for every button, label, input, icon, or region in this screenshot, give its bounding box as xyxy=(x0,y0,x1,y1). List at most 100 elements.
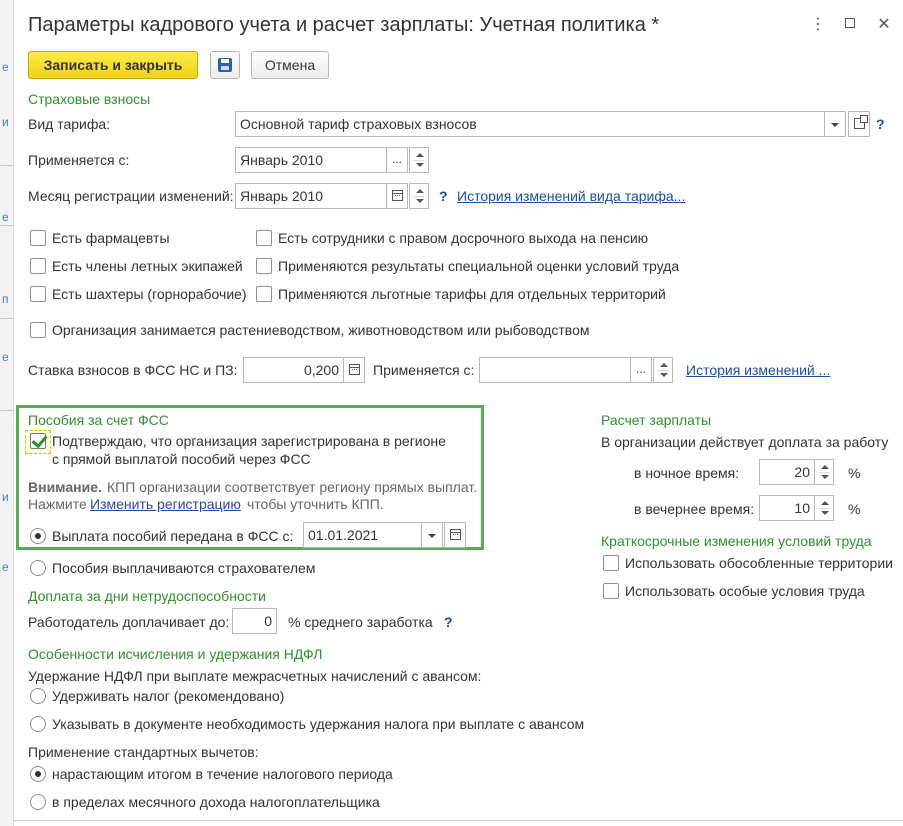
month-reg-label: Месяц регистрации изменений: xyxy=(28,188,234,204)
monthly-deduction-radio[interactable] xyxy=(30,794,46,810)
agro-checkbox[interactable] xyxy=(30,322,46,338)
save-button[interactable] xyxy=(210,51,240,79)
fss-applies-input[interactable] xyxy=(479,357,631,383)
benefits-insurer-radio[interactable] xyxy=(30,560,46,576)
monthly-deduction-label: в пределах месячного дохода налогоплател… xyxy=(52,794,380,810)
pharmacists-label: Есть фармацевты xyxy=(52,230,170,246)
maximize-icon[interactable] xyxy=(840,14,860,33)
early-pension-checkbox[interactable] xyxy=(256,230,272,246)
fss-rate-calculator-button[interactable] xyxy=(343,357,365,383)
separate-territories-label: Использовать обособленные территории xyxy=(625,555,893,571)
cancel-button[interactable]: Отмена xyxy=(251,51,329,79)
tariff-help-icon[interactable]: ? xyxy=(876,116,885,132)
night-label: в ночное время: xyxy=(634,465,740,481)
benefits-insurer-label: Пособия выплачиваются страхователем xyxy=(52,560,316,576)
benefits-transferred-radio[interactable] xyxy=(30,528,46,544)
confirm-region-label-line1: Подтверждаю, что организация зарегистрир… xyxy=(52,433,446,449)
tariff-dropdown-button[interactable] xyxy=(824,111,846,137)
benefits-date-dropdown-button[interactable] xyxy=(421,522,443,548)
special-conditions-checkbox[interactable] xyxy=(603,583,619,599)
benefits-transferred-date-input[interactable]: 01.01.2021 xyxy=(303,522,422,548)
fss-applies-stepper[interactable] xyxy=(653,357,673,383)
withhold-tax-radio[interactable] xyxy=(30,688,46,704)
preferential-tariffs-label: Применяются льготные тарифы для отдельны… xyxy=(278,286,666,302)
applies-from-stepper[interactable] xyxy=(409,147,429,173)
evening-percent-input[interactable]: 10 xyxy=(759,495,815,521)
night-percent-stepper[interactable] xyxy=(814,459,834,485)
flight-crew-label: Есть члены летных экипажей xyxy=(52,258,243,274)
pharmacists-checkbox[interactable] xyxy=(30,230,46,246)
strip-letter: и xyxy=(2,115,9,129)
document-withhold-label: Указывать в документе необходимость удер… xyxy=(52,716,585,732)
month-reg-calendar-button[interactable] xyxy=(386,183,408,209)
chevron-down-icon xyxy=(428,534,436,538)
strip-letter: е xyxy=(2,350,9,364)
cumulative-deduction-label: нарастающим итогом в течение налогового … xyxy=(52,766,393,782)
flight-crew-checkbox[interactable] xyxy=(30,258,46,274)
fss-rate-label: Ставка взносов в ФСС НС и ПЗ: xyxy=(28,362,238,378)
open-icon xyxy=(853,115,868,129)
warning-text: КПП организации соответствует региону пр… xyxy=(107,479,478,495)
strip-letter: е xyxy=(2,60,9,74)
tariff-history-link[interactable]: История изменений вида тарифа... xyxy=(457,188,685,204)
special-conditions-label: Использовать особые условия труда xyxy=(625,583,865,599)
withhold-tax-label: Удерживать налог (рекомендовано) xyxy=(52,688,285,704)
month-reg-help-icon[interactable]: ? xyxy=(439,188,448,204)
miners-label: Есть шахтеры (горнорабочие) xyxy=(52,286,247,302)
window-bottom-border xyxy=(14,820,903,821)
floppy-disk-icon xyxy=(218,58,232,72)
employer-topup-label: Работодатель доплачивает до: xyxy=(28,614,230,630)
night-percent-input[interactable]: 20 xyxy=(759,459,815,485)
withholding-label: Удержание НДФЛ при выплате межрасчетных … xyxy=(28,668,482,684)
benefits-date-calendar-button[interactable] xyxy=(444,522,466,548)
tariff-open-button[interactable] xyxy=(848,111,870,137)
fss-history-link[interactable]: История изменений ... xyxy=(686,362,830,378)
section-ndfl-title: Особенности исчисления и удержания НДФЛ xyxy=(28,646,323,662)
dialog-window: Параметры кадрового учета и расчет зарпл… xyxy=(14,0,903,826)
chevron-down-icon xyxy=(831,123,839,127)
applies-from-label: Применяется с: xyxy=(28,152,130,168)
evening-percent-stepper[interactable] xyxy=(814,495,834,521)
section-sick-pay-title: Доплата за дни нетрудоспособности xyxy=(28,588,266,604)
evening-label: в вечернее время: xyxy=(634,501,755,517)
press-text-2: чтобы уточнить КПП. xyxy=(247,496,384,512)
background-window-strip: е и е п е и е xyxy=(0,0,14,826)
section-insurance-title: Страховые взносы xyxy=(28,91,151,107)
sick-pay-help-icon[interactable]: ? xyxy=(444,614,453,630)
calendar-icon xyxy=(449,529,461,540)
tariff-label: Вид тарифа: xyxy=(28,116,111,132)
warning-bold: Внимание. xyxy=(28,479,102,495)
applies-from-input[interactable]: Январь 2010 xyxy=(235,147,387,173)
calendar-icon xyxy=(391,190,403,201)
change-registration-link[interactable]: Изменить регистрацию xyxy=(90,496,241,512)
applies-from-select-button[interactable]: ... xyxy=(386,147,408,173)
night-percent-sign: % xyxy=(848,465,861,481)
section-benefits-title: Пособия за счет ФСС xyxy=(28,412,169,428)
evening-percent-sign: % xyxy=(848,501,861,517)
confirm-region-checkbox[interactable] xyxy=(30,433,46,449)
cumulative-deduction-radio[interactable] xyxy=(30,766,46,782)
strip-letter: е xyxy=(2,560,9,574)
separate-territories-checkbox[interactable] xyxy=(603,555,619,571)
special-assessment-checkbox[interactable] xyxy=(256,258,272,274)
strip-letter: и xyxy=(2,490,9,504)
deductions-label: Применение стандартных вычетов: xyxy=(28,744,259,760)
employer-topup-input[interactable]: 0 xyxy=(232,608,277,634)
more-vertical-icon[interactable]: ⋮ xyxy=(808,14,828,34)
fss-applies-select-button[interactable]: ... xyxy=(630,357,652,383)
fss-rate-input[interactable]: 0,200 xyxy=(243,357,344,383)
strip-letter: е xyxy=(2,210,9,224)
month-reg-input[interactable]: Январь 2010 xyxy=(235,183,387,209)
fss-applies-label: Применяется с: xyxy=(373,362,475,378)
document-withhold-radio[interactable] xyxy=(30,716,46,732)
agro-label: Организация занимается растениеводством,… xyxy=(52,322,590,338)
confirm-region-label-line2: с прямой выплатой пособий через ФСС xyxy=(52,451,311,467)
month-reg-stepper[interactable] xyxy=(409,183,429,209)
tariff-select[interactable]: Основной тариф страховых взносов xyxy=(235,111,825,137)
save-and-close-button[interactable]: Записать и закрыть xyxy=(28,51,198,79)
section-payroll-title: Расчет зарплаты xyxy=(601,412,712,428)
close-icon[interactable]: ✕ xyxy=(874,14,894,34)
miners-checkbox[interactable] xyxy=(30,286,46,302)
preferential-tariffs-checkbox[interactable] xyxy=(256,286,272,302)
bonus-label: В организации действует доплата за работ… xyxy=(601,434,889,450)
